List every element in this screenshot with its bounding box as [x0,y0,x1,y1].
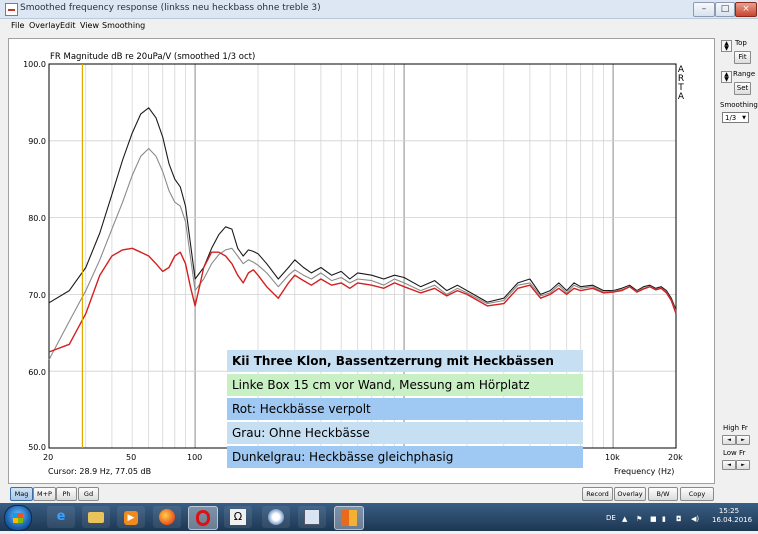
office-icon[interactable] [334,506,364,530]
volume-icon[interactable]: ◀) [691,515,699,523]
start-button[interactable] [4,505,32,531]
top-spin-arrows[interactable]: ▲ ▼ [721,40,732,52]
series-line-1 [48,147,677,360]
overlay-button[interactable]: Overlay [614,487,646,501]
low-fr-left-button[interactable]: ◄ [722,460,736,470]
taskbar [0,503,758,531]
x-tick-label: 20 [43,453,54,462]
firefox-icon[interactable] [153,506,181,528]
annotation-title: Kii Three Klon, Bassentzerrung mit Heckb… [227,350,583,372]
low-fr-right-button[interactable]: ► [736,460,750,470]
paint-icon[interactable] [262,506,290,528]
arta-letter: A [677,92,685,102]
flag-icon[interactable]: ⚑ [636,515,642,523]
ie-icon[interactable]: e [47,506,75,528]
tab-mag-phase[interactable]: M+P [33,487,56,501]
set-button[interactable]: Set [734,82,751,95]
annotation-line: Linke Box 15 cm vor Wand, Messung am Hör… [227,374,583,396]
bw-button[interactable]: B/W [648,487,678,501]
record-button[interactable]: Record [582,487,613,501]
high-fr-left-button[interactable]: ◄ [722,435,736,445]
explorer-icon[interactable] [82,506,110,528]
network-icon[interactable]: ▮ [662,515,666,523]
high-fr-right-button[interactable]: ► [736,435,750,445]
y-tick-label: 60.0 [28,368,46,377]
y-tick-label: 70.0 [28,291,46,300]
y-tick-label: 90.0 [28,137,46,146]
app-icon[interactable] [298,506,326,528]
arta-logo: A R T A [676,66,686,102]
cursor-readout: Cursor: 28.9 Hz, 77.05 dB [48,467,152,476]
x-axis-label: Frequency (Hz) [614,467,675,476]
annotation-line: Rot: Heckbässe verpolt [227,398,583,420]
y-tick-label: 100.0 [23,60,46,69]
smoothing-value: 1/3 [725,114,737,122]
x-tick-label: 100 [187,453,203,462]
y-tick-label: 50.0 [28,443,46,452]
range-label: Range [733,70,756,78]
fit-button[interactable]: Fit [734,51,751,64]
tab-group-delay[interactable]: Gd [78,487,99,501]
chart-title: FR Magnitude dB re 20uPa/V (smoothed 1/3… [50,52,256,62]
omega-icon[interactable]: Ω [224,506,252,528]
annotation-box: Kii Three Klon, Bassentzerrung mit Heckb… [227,350,583,468]
range-spin-arrows[interactable]: ▲ ▼ [721,71,732,83]
clock-time: 15:25 [718,507,740,515]
media-player-icon[interactable]: ▶ [117,506,145,528]
tab-mag[interactable]: Mag [10,487,33,501]
show-hidden-icons-icon[interactable]: ▲ [622,515,627,523]
clock-date: 16.04.2016 [712,516,753,524]
x-tick-label: 10k [605,453,620,462]
tray-app-icon[interactable]: ■ [650,515,657,523]
copy-button[interactable]: Copy [680,487,714,501]
y-tick-label: 80.0 [28,214,46,223]
x-tick-label: 20k [668,453,683,462]
tab-phase[interactable]: Ph [56,487,77,501]
high-fr-label: High Fr [723,424,748,432]
annotation-line: Dunkelgrau: Heckbässe gleichphasig [227,446,583,468]
clock[interactable]: 15:25 16.04.2016 [712,507,753,525]
language-indicator[interactable]: DE [606,514,616,522]
series-line-2 [48,247,677,353]
top-label: Top [735,39,747,47]
smoothing-select[interactable]: 1/3 [722,112,749,124]
smoothing-label: Smoothing [720,101,758,109]
x-tick-label: 50 [126,453,137,462]
low-fr-label: Low Fr [723,449,746,457]
network-status-icon[interactable]: ◘ [676,515,682,523]
opera-icon[interactable] [188,506,218,530]
annotation-line: Grau: Ohne Heckbässe [227,422,583,444]
